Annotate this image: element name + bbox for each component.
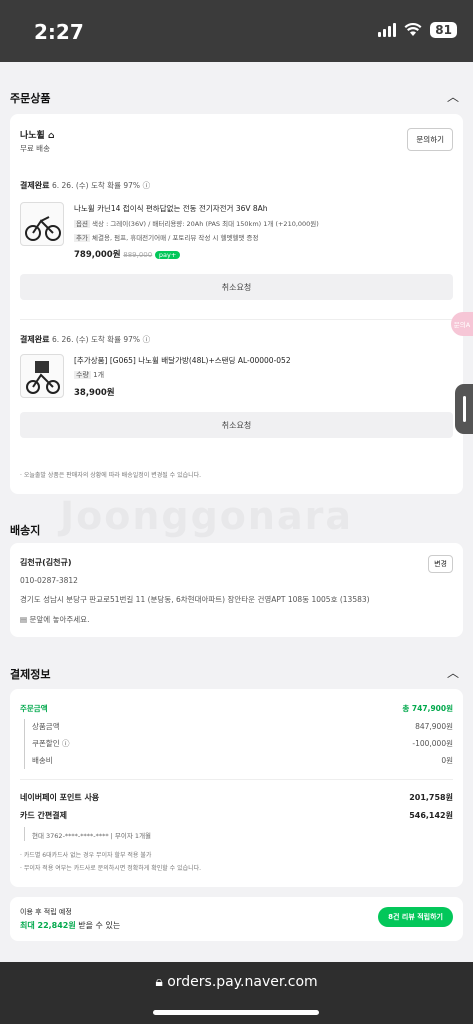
info-icon: ⓘ: [142, 181, 151, 190]
point-row: 네이버페이 포인트 사용 201,758원: [20, 793, 453, 802]
payment-row-shipping: 배송비 0원: [32, 756, 453, 765]
item2-thumbnail[interactable]: [20, 354, 64, 398]
delivery-memo: ▤ 문앞에 놓아주세요.: [20, 615, 90, 624]
payment-row-coupon: 쿠폰할인 ⓘ -100,000원: [32, 739, 453, 748]
home-icon: ⌂: [47, 131, 55, 141]
card-info: 현대 3762-****-****-**** | 무이자 1개월: [32, 832, 152, 840]
wifi-icon: [404, 23, 422, 36]
item2-cancel-button[interactable]: 취소요청: [20, 412, 453, 438]
delivery-section-title: 배송지: [10, 524, 41, 537]
payment-note-2: · 무이자 적용 여부는 카드사로 문의하시면 정확하게 확인할 수 있습니다.: [20, 865, 202, 872]
reward-line2: 최대 22,842원 받을 수 있는: [20, 921, 121, 930]
divider: [24, 719, 25, 769]
lock-icon: 🔒︎: [155, 974, 163, 990]
info-icon: ⓘ: [62, 739, 70, 748]
info-icon: ⓘ: [142, 335, 151, 344]
reward-card: 이용 후 적립 예정 최대 22,842원 받을 수 있는 8건 리뷰 적립하기: [10, 897, 463, 941]
chevron-up-icon[interactable]: ︿: [447, 88, 459, 105]
review-reward-button[interactable]: 8건 리뷰 적립하기: [378, 907, 453, 927]
divider: [20, 319, 453, 320]
item1-status-line: 결제완료 6. 26. (수) 도착 확률 97% ⓘ: [20, 181, 151, 190]
payment-section-title: 결제정보: [10, 668, 51, 681]
memo-icon: ▤: [20, 615, 28, 624]
watermark: Joonggonara: [60, 494, 353, 538]
status-time: 2:27: [34, 20, 84, 44]
pay-badge: pay+: [154, 251, 181, 259]
scroll-handle[interactable]: [455, 384, 473, 434]
item1-option-line: 옵션 색상 : 그레이(36V) / 배터리용량: 20Ah (PAS 최대 1…: [74, 220, 319, 228]
item2-status-line: 결제완료 6. 26. (수) 도착 확률 97% ⓘ: [20, 335, 151, 344]
signal-icon: [378, 23, 397, 37]
delivery-card: 김천규(김천규) 변경 010-0287-3812 경기도 성남시 분당구 판교…: [10, 543, 463, 637]
floating-badge[interactable]: 문의A: [451, 312, 473, 336]
recipient-name: 김천규(김천규): [20, 558, 72, 567]
item2-name[interactable]: [추가상품] [G065] 나노휠 배달가방(48L)+스탠딩 AL-00000…: [74, 355, 434, 366]
payment-note-1: · 카드별 6대카드사 없는 경우 무이자 할부 적용 불가: [20, 852, 152, 859]
divider: [20, 779, 453, 780]
browser-bar: 🔒︎ orders.pay.naver.com: [0, 962, 473, 1024]
seller-name[interactable]: 나노휠 ⌂: [20, 128, 54, 141]
order-section-title: 주문상품: [10, 92, 51, 105]
url-bar[interactable]: 🔒︎ orders.pay.naver.com: [0, 974, 473, 990]
page-content: 주문상품 ︿ 나노휠 ⌂ 무료 배송 문의하기 결제완료 6. 26. (수) …: [0, 62, 473, 962]
battery-indicator: 81: [430, 22, 457, 38]
item1-option2-line: 추가 체결용, 펌프, 휴대전기어매 / 포토리뷰 작성 시 헬멧헬맷 증정: [74, 234, 259, 242]
item2-qty-line: 수량 1개: [74, 371, 105, 379]
divider: [24, 827, 25, 841]
total-row: 주문금액 총 747,900원: [20, 704, 453, 713]
item1-thumbnail[interactable]: [20, 202, 64, 246]
payment-row-product: 상품금액 847,900원: [32, 722, 453, 731]
recipient-phone: 010-0287-3812: [20, 576, 78, 585]
payment-card: 주문금액 총 747,900원 상품금액 847,900원 쿠폰할인 ⓘ -100,0…: [10, 689, 463, 887]
seller-shipping: 무료 배송: [20, 144, 50, 153]
item1-cancel-button[interactable]: 취소요청: [20, 274, 453, 300]
inquiry-button[interactable]: 문의하기: [407, 128, 453, 151]
shipping-notice: · 오늘출발 상품은 판매자의 상황에 따라 배송일정이 변경될 수 있습니다.: [20, 472, 202, 479]
reward-line1: 이용 후 적립 예정: [20, 908, 72, 916]
item1-price-line: 789,000원 889,000 pay+: [74, 248, 181, 260]
chevron-up-icon[interactable]: ︿: [447, 664, 459, 681]
order-card: 나노휠 ⌂ 무료 배송 문의하기 결제완료 6. 26. (수) 도착 확률 9…: [10, 114, 463, 494]
delivery-address: 경기도 성남시 분당구 판교로51번길 11 (분당동, 6차현대아파트) 장안…: [20, 595, 370, 604]
home-indicator[interactable]: [153, 1010, 319, 1015]
card-row: 카드 간편결제 546,142원: [20, 811, 453, 820]
item2-price: 38,900원: [74, 388, 115, 398]
change-address-button[interactable]: 변경: [428, 555, 453, 573]
item1-name[interactable]: 나노휠 카닌14 접이식 편하답없는 전동 전기자전거 36V 8Ah: [74, 203, 434, 214]
status-bar: 2:27 81: [0, 0, 473, 62]
